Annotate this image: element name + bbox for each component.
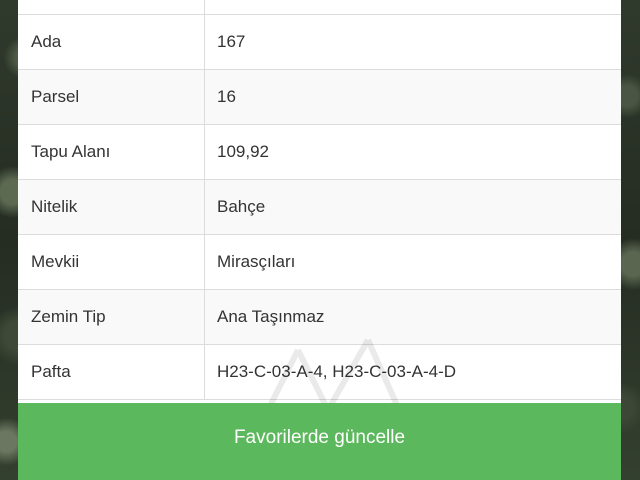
row-value-nitelik: Bahçe: [217, 197, 266, 216]
row-value-pafta: H23-C-03-A-4, H23-C-03-A-4-D: [217, 362, 457, 381]
row-value-zemin-tip: Ana Taşınmaz: [217, 307, 325, 326]
row-label-parsel: Parsel: [18, 70, 205, 124]
row-label-nitelik: Nitelik: [18, 180, 205, 234]
row-value: [205, 0, 621, 14]
table-row-zemin-tip: Zemin Tip Ana Taşınmaz: [18, 290, 621, 345]
table-row-parsel: Parsel 16: [18, 70, 621, 125]
update-favorites-button[interactable]: Favorilerde güncelle: [18, 403, 621, 480]
row-label-mevkii: Mevkii: [18, 235, 205, 289]
table-row-ada: Ada 167: [18, 15, 621, 70]
row-label-pafta: Pafta: [18, 345, 205, 399]
row-label-ada: Ada: [18, 15, 205, 69]
row-label: [18, 0, 205, 14]
table-row: [18, 0, 621, 15]
row-value-ada: 167: [217, 32, 246, 51]
table-row-nitelik: Nitelik Bahçe: [18, 180, 621, 235]
parcel-info-table: Ada 167 Parsel 16 Tapu Alanı 109,92 Nite…: [18, 0, 621, 400]
table-row-mevkii: Mevkii Mirasçıları: [18, 235, 621, 290]
row-label-tapu-alani: Tapu Alanı: [18, 125, 205, 179]
row-value-mevkii: Mirasçıları: [217, 252, 296, 271]
row-label-zemin-tip: Zemin Tip: [18, 290, 205, 344]
row-value-tapu-alani: 109,92: [217, 142, 269, 161]
row-value-parsel: 16: [217, 87, 236, 106]
table-row-tapu-alani: Tapu Alanı 109,92: [18, 125, 621, 180]
parcel-info-panel: Ada 167 Parsel 16 Tapu Alanı 109,92 Nite…: [18, 0, 621, 480]
table-row-pafta: Pafta H23-C-03-A-4, H23-C-03-A-4-D: [18, 345, 621, 400]
